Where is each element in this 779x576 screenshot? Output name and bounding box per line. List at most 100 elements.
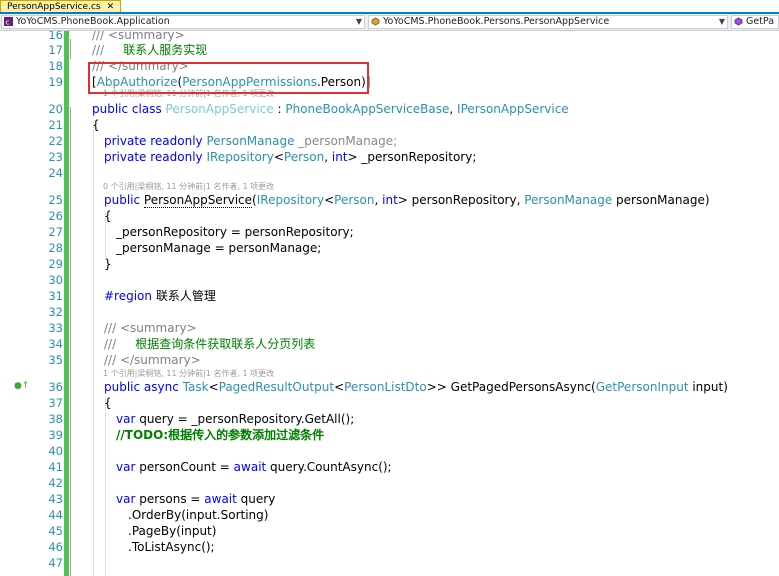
line-number: 34 <box>48 337 63 351</box>
project-dropdown-label: YoYoCMS.PhoneBook.Application <box>16 16 170 27</box>
code-line: 37 { <box>0 395 779 411</box>
code-line: 22 private readonly PersonManage _person… <box>0 133 779 149</box>
chevron-down-icon: ▼ <box>718 17 725 26</box>
line-number: 26 <box>48 209 63 223</box>
line-number: 22 <box>48 134 63 148</box>
line-number: 44 <box>48 508 63 522</box>
code-line: 33 /// <summary> <box>0 320 779 336</box>
line-number: 39 <box>48 428 63 442</box>
code-line: 20 public class PersonAppService : Phone… <box>0 101 779 117</box>
code-line: 40 <box>0 443 779 459</box>
line-text: var personCount = await query.CountAsync… <box>116 460 392 474</box>
code-line: 25 public PersonAppService(IRepository<P… <box>0 192 779 208</box>
project-dropdown[interactable]: c YoYoCMS.PhoneBook.Application ▼ <box>1 15 365 29</box>
code-line: 35 /// </summary> <box>0 352 779 368</box>
code-line: 44 .OrderBy(input.Sorting) <box>0 507 779 523</box>
code-line: 24 <box>0 165 779 181</box>
line-number: 24 <box>48 166 63 180</box>
line-number: 40 <box>48 444 63 458</box>
line-text: private readonly IRepository<Person, int… <box>104 150 477 164</box>
member-dropdown-label: GetPa <box>746 16 775 27</box>
class-dropdown-label: YoYoCMS.PhoneBook.Persons.PersonAppServi… <box>383 16 610 27</box>
svg-text:c: c <box>6 19 10 27</box>
line-number: 38 <box>48 412 63 426</box>
line-text: { <box>104 209 112 223</box>
line-number: 47 <box>48 556 63 570</box>
line-number: 30 <box>48 273 63 287</box>
line-text: var persons = await query <box>116 492 276 506</box>
line-number: 21 <box>48 118 63 132</box>
line-number: 32 <box>48 305 63 319</box>
line-number: 41 <box>48 460 63 474</box>
code-line: 27 _personRepository = personRepository; <box>0 224 779 240</box>
line-text: _personRepository = personRepository; <box>116 225 354 239</box>
code-line: 32 <box>0 304 779 320</box>
code-line: 28 _personManage = personManage; <box>0 240 779 256</box>
line-text: public class PersonAppService : PhoneBoo… <box>92 102 569 116</box>
line-text: _personManage = personManage; <box>116 241 322 255</box>
code-line: 45 .PageBy(input) <box>0 523 779 539</box>
class-dropdown[interactable]: YoYoCMS.PhoneBook.Persons.PersonAppServi… <box>368 15 728 29</box>
method-icon <box>734 17 743 26</box>
code-line: 31 #region 联系人管理 <box>0 288 779 304</box>
line-number: 27 <box>48 225 63 239</box>
code-line: 46 .ToListAsync(); <box>0 539 779 555</box>
code-line: 42 <box>0 475 779 491</box>
line-text: .ToListAsync(); <box>128 540 215 554</box>
line-number: 25 <box>48 193 63 207</box>
close-icon[interactable]: ✕ <box>107 2 115 12</box>
member-dropdown[interactable]: GetPa <box>731 15 779 29</box>
class-icon <box>371 17 380 26</box>
chevron-down-icon: ▼ <box>355 17 362 26</box>
line-text: /// </summary> <box>104 353 201 367</box>
code-line: 29 } <box>0 256 779 272</box>
line-text: var query = _personRepository.GetAll(); <box>116 412 355 426</box>
line-text: /// 联系人服务实现 <box>92 43 208 57</box>
line-text: /// 根据查询条件获取联系人分页列表 <box>104 337 316 351</box>
tab-person-app-service[interactable]: PersonAppService.cs ✕ <box>0 0 122 12</box>
highlight-box <box>88 62 369 94</box>
line-text: public PersonAppService(IRepository<Pers… <box>104 193 710 208</box>
line-number: 20 <box>48 102 63 116</box>
code-line: 43 var persons = await query <box>0 491 779 507</box>
code-line: 30 <box>0 272 779 288</box>
line-number: 36 <box>48 380 63 394</box>
line-text: } <box>104 257 112 271</box>
code-line: 39 //TODO:根据传入的参数添加过滤条件 <box>0 427 779 443</box>
codelens-info[interactable]: 1 个引用|梁桐铭, 11 分钟前|1 名作者, 1 项更改 <box>103 369 274 379</box>
code-line: 21 { <box>0 117 779 133</box>
line-number: 42 <box>48 476 63 490</box>
line-number: 46 <box>48 540 63 554</box>
line-number: 33 <box>48 321 63 335</box>
line-number: 43 <box>48 492 63 506</box>
code-line: 36 public async Task<PagedResultOutput<P… <box>0 379 779 395</box>
line-number: 45 <box>48 524 63 538</box>
line-text: /// <summary> <box>104 321 197 335</box>
code-editor[interactable]: 16 /// <summary> 17 /// 联系人服务实现 18 /// <… <box>0 31 779 576</box>
line-text: //TODO:根据传入的参数添加过滤条件 <box>116 428 325 442</box>
line-text: .OrderBy(input.Sorting) <box>128 508 269 522</box>
line-text: .PageBy(input) <box>128 524 217 538</box>
line-number: 37 <box>48 396 63 410</box>
code-line: 17 /// 联系人服务实现 <box>0 42 779 58</box>
line-number: 31 <box>48 289 63 303</box>
line-text: public async Task<PagedResultOutput<Pers… <box>104 380 728 394</box>
code-line: 34 /// 根据查询条件获取联系人分页列表 <box>0 336 779 352</box>
code-line: 38 var query = _personRepository.GetAll(… <box>0 411 779 427</box>
code-line: 23 private readonly IRepository<Person, … <box>0 149 779 165</box>
code-line: 41 var personCount = await query.CountAs… <box>0 459 779 475</box>
code-line: 47 <box>0 555 779 571</box>
line-number: 17 <box>48 43 63 57</box>
line-number: 29 <box>48 257 63 271</box>
document-tab-bar: PersonAppService.cs ✕ <box>0 0 779 14</box>
line-text: private readonly PersonManage _personMan… <box>104 134 398 148</box>
navigation-bar: c YoYoCMS.PhoneBook.Application ▼ YoYoCM… <box>0 14 779 31</box>
line-text: #region 联系人管理 <box>104 289 216 303</box>
codelens-info[interactable]: 0 个引用|梁桐铭, 11 分钟前|1 名作者, 1 项更改 <box>103 182 274 192</box>
code-line: 26 { <box>0 208 779 224</box>
line-number: 35 <box>48 353 63 367</box>
line-text: { <box>92 118 100 132</box>
line-number: 28 <box>48 241 63 255</box>
tab-title: PersonAppService.cs <box>7 2 101 12</box>
line-number: 18 <box>48 59 63 73</box>
